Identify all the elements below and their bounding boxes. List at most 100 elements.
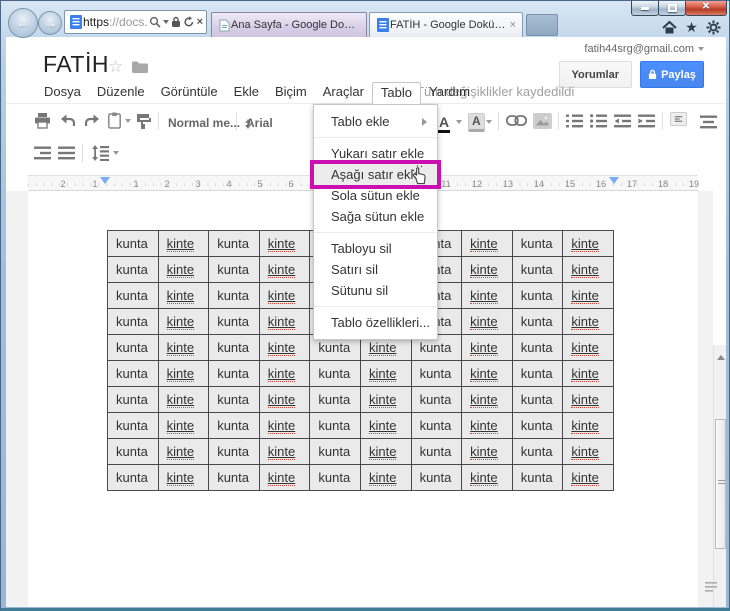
- table-cell[interactable]: kunta: [410, 412, 463, 439]
- menubar-item-tablo[interactable]: Tablo: [371, 82, 421, 104]
- table-cell[interactable]: kunta: [511, 308, 564, 335]
- table-cell[interactable]: kinte: [258, 256, 311, 283]
- print-icon[interactable]: [34, 113, 51, 129]
- right-indent-marker[interactable]: [609, 177, 619, 184]
- table-cell[interactable]: kinte: [562, 464, 614, 491]
- table-cell[interactable]: kunta: [208, 386, 260, 413]
- home-icon[interactable]: [662, 20, 677, 35]
- forward-button[interactable]: →: [38, 11, 62, 35]
- table-cell[interactable]: kinte: [359, 386, 412, 413]
- table-cell[interactable]: kunta: [410, 464, 463, 491]
- highlight-color-dropdown-icon[interactable]: [486, 120, 492, 124]
- table-cell[interactable]: kinte: [258, 282, 311, 309]
- table-cell[interactable]: kinte: [461, 438, 513, 465]
- align-right-icon[interactable]: [34, 146, 51, 160]
- decrease-indent-icon[interactable]: [614, 114, 631, 128]
- table-cell[interactable]: kinte: [359, 438, 412, 465]
- table-cell[interactable]: kinte: [461, 282, 513, 309]
- numbered-list-icon[interactable]: [566, 114, 583, 128]
- table-cell[interactable]: kunta: [107, 438, 159, 465]
- table-cell[interactable]: kunta: [208, 438, 260, 465]
- table-cell[interactable]: kunta: [107, 464, 159, 491]
- font-dropdown[interactable]: Arial: [246, 116, 273, 130]
- table-cell[interactable]: kunta: [208, 308, 260, 335]
- table-cell[interactable]: kunta: [511, 230, 564, 257]
- scroll-up-icon[interactable]: [715, 347, 726, 361]
- table-cell[interactable]: kunta: [208, 334, 260, 361]
- menu-item-tablo-özellikleri-[interactable]: Tablo özellikleri...: [314, 312, 437, 333]
- justify-icon[interactable]: [58, 146, 75, 160]
- table-cell[interactable]: kinte: [461, 412, 513, 439]
- menubar-item-dosya[interactable]: Dosya: [36, 82, 89, 104]
- table-cell[interactable]: kunta: [511, 438, 564, 465]
- table-cell[interactable]: kinte: [562, 360, 614, 387]
- table-cell[interactable]: kinte: [157, 412, 210, 439]
- left-indent-marker[interactable]: [100, 177, 110, 184]
- table-cell[interactable]: kinte: [258, 464, 311, 491]
- menu-item-tablo-ekle[interactable]: Tablo ekle: [314, 111, 437, 132]
- table-cell[interactable]: kinte: [258, 386, 311, 413]
- paste-format-dropdown-icon[interactable]: [125, 119, 131, 123]
- tab-ana-sayfa[interactable]: Ana Sayfa - Google Dokümanlar: [211, 12, 367, 37]
- table-cell[interactable]: kunta: [107, 282, 159, 309]
- table-cell[interactable]: kunta: [309, 412, 361, 439]
- table-cell[interactable]: kunta: [511, 334, 564, 361]
- table-cell[interactable]: kinte: [562, 334, 614, 361]
- account-menu[interactable]: fatih44srg@gmail.com: [584, 43, 704, 55]
- bulleted-list-icon[interactable]: [590, 114, 607, 128]
- redo-icon[interactable]: [84, 114, 100, 127]
- minimize-button[interactable]: [631, 1, 659, 16]
- table-cell[interactable]: kinte: [562, 308, 614, 335]
- new-tab-button[interactable]: [526, 14, 558, 36]
- table-cell[interactable]: kunta: [511, 386, 564, 413]
- share-button[interactable]: Paylaş: [640, 61, 704, 88]
- table-cell[interactable]: kinte: [157, 334, 210, 361]
- menubar-item-düzenle[interactable]: Düzenle: [89, 82, 153, 104]
- align-center-icon[interactable]: [700, 115, 717, 129]
- document-title[interactable]: FATİH: [43, 51, 109, 78]
- menu-item-satırı-sil[interactable]: Satırı sil: [314, 259, 437, 280]
- table-cell[interactable]: kinte: [359, 360, 412, 387]
- table-cell[interactable]: kinte: [258, 412, 311, 439]
- table-cell[interactable]: kunta: [208, 412, 260, 439]
- table-cell[interactable]: kunta: [107, 256, 159, 283]
- table-cell[interactable]: kinte: [157, 438, 210, 465]
- table-cell[interactable]: kinte: [562, 412, 614, 439]
- table-cell[interactable]: kunta: [208, 464, 260, 491]
- menubar-item-görüntüle[interactable]: Görüntüle: [153, 82, 226, 104]
- favorites-star-icon[interactable]: ★: [684, 20, 699, 35]
- settings-gear-icon[interactable]: [706, 20, 721, 35]
- table-cell[interactable]: kunta: [107, 386, 159, 413]
- maximize-button[interactable]: [658, 1, 686, 16]
- table-cell[interactable]: kinte: [157, 256, 210, 283]
- table-cell[interactable]: kinte: [258, 334, 311, 361]
- table-cell[interactable]: kinte: [258, 230, 311, 257]
- line-spacing-icon[interactable]: [92, 145, 109, 161]
- table-cell[interactable]: kinte: [461, 230, 513, 257]
- address-bar[interactable]: https://docs.goo... ×: [64, 10, 207, 34]
- menubar-item-yardım[interactable]: Yardım: [421, 82, 478, 104]
- table-cell[interactable]: kunta: [309, 386, 361, 413]
- table-cell[interactable]: kinte: [461, 386, 513, 413]
- paste-format-icon[interactable]: [108, 112, 121, 129]
- table-cell[interactable]: kunta: [511, 412, 564, 439]
- table-cell[interactable]: kunta: [511, 360, 564, 387]
- table-cell[interactable]: kinte: [562, 386, 614, 413]
- table-cell[interactable]: kinte: [157, 360, 210, 387]
- table-cell[interactable]: kinte: [157, 282, 210, 309]
- table-cell[interactable]: kunta: [107, 230, 159, 257]
- table-cell[interactable]: kinte: [461, 464, 513, 491]
- table-cell[interactable]: kunta: [309, 360, 361, 387]
- table-cell[interactable]: kunta: [208, 360, 260, 387]
- increase-indent-icon[interactable]: [638, 114, 655, 128]
- styles-dropdown[interactable]: Normal me...: [168, 116, 252, 130]
- table-cell[interactable]: kunta: [511, 256, 564, 283]
- highlight-color-button[interactable]: A: [468, 113, 485, 132]
- table-cell[interactable]: kunta: [410, 360, 463, 387]
- table-cell[interactable]: kinte: [157, 308, 210, 335]
- menu-item-aşağı-satır-ekle[interactable]: Aşağı satır ekle: [310, 160, 441, 189]
- table-cell[interactable]: kunta: [107, 412, 159, 439]
- table-cell[interactable]: kinte: [562, 256, 614, 283]
- table-cell[interactable]: kinte: [562, 282, 614, 309]
- menubar-item-araçlar[interactable]: Araçlar: [315, 82, 372, 104]
